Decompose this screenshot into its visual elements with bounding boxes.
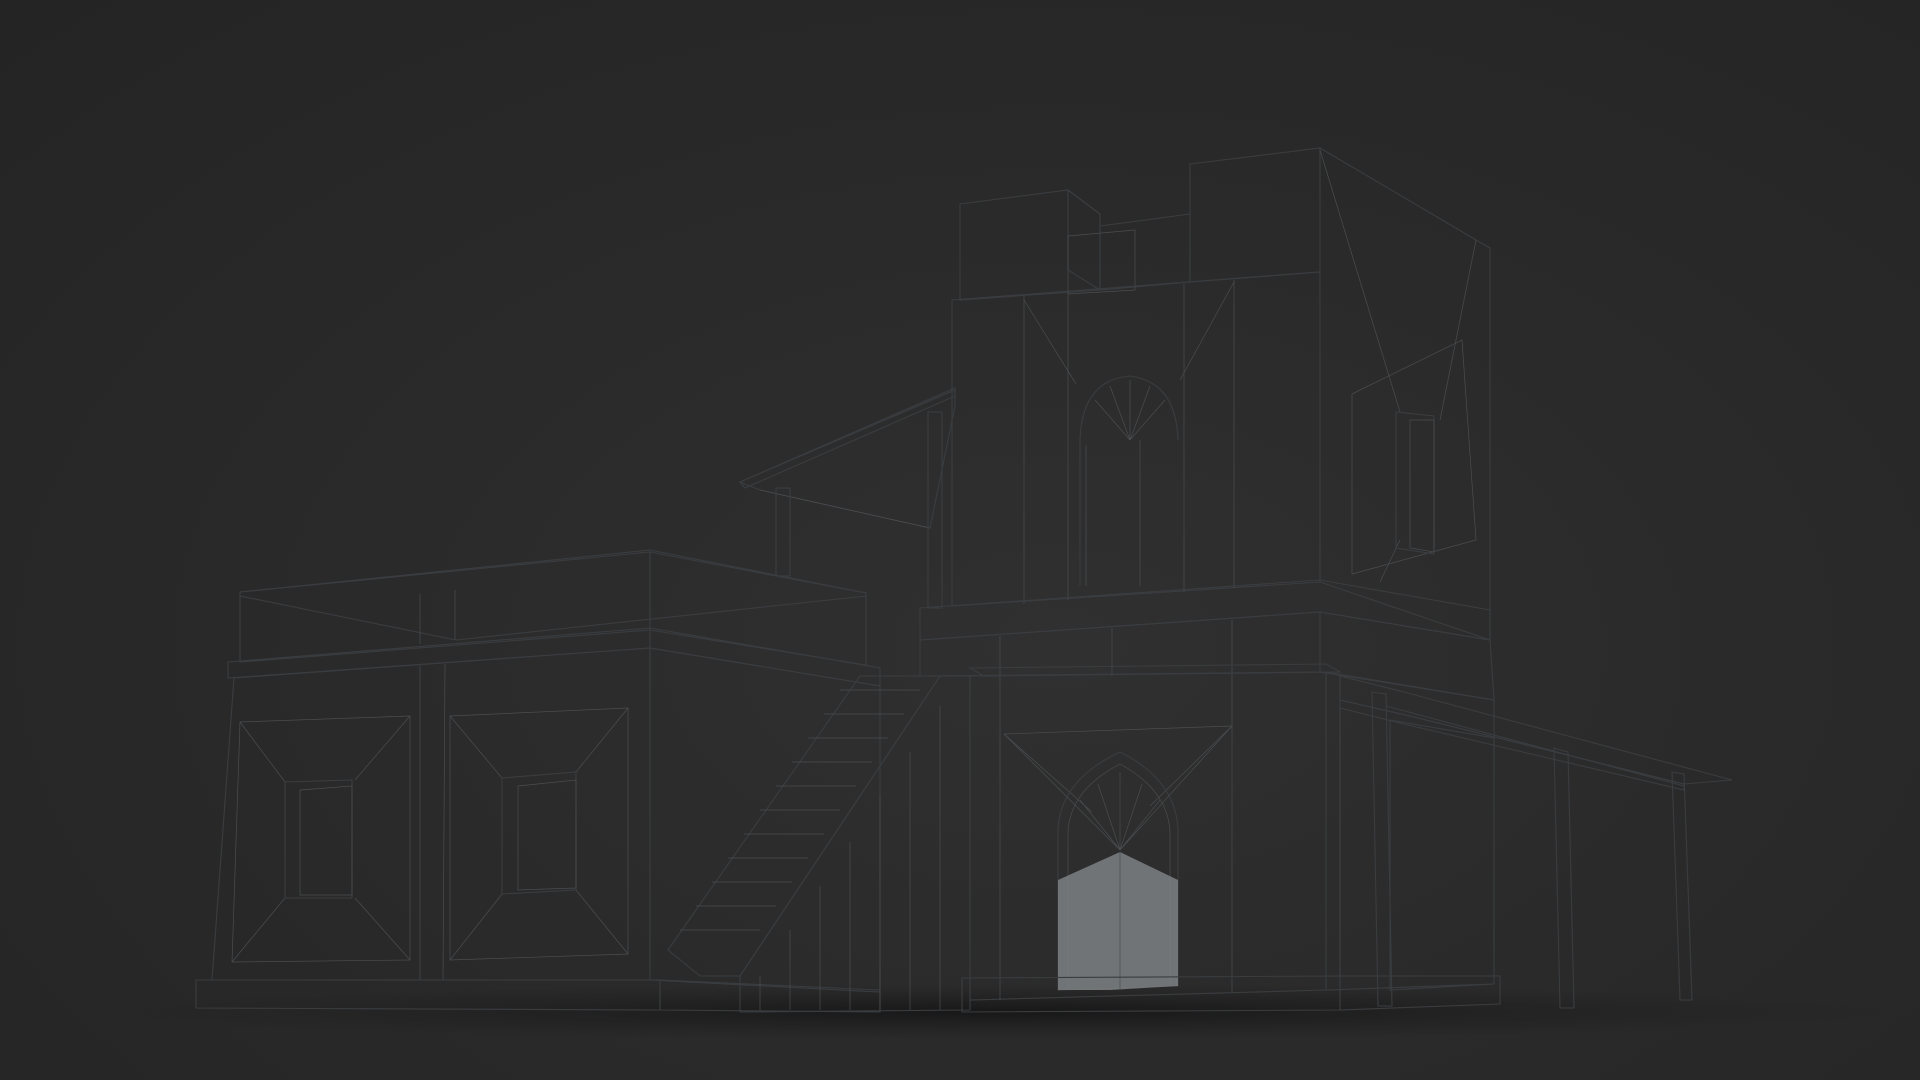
tower bbox=[919, 147, 1501, 1013]
porch-canopy bbox=[1339, 675, 1733, 1009]
render-viewport bbox=[0, 0, 1920, 1080]
tower-side-window bbox=[1395, 411, 1435, 555]
porch-post-2 bbox=[1553, 747, 1575, 1009]
upper-canopy-roof bbox=[738, 387, 956, 529]
staircase bbox=[667, 675, 971, 1013]
window-frame-1 bbox=[231, 715, 411, 963]
porch-canopy-roof bbox=[1339, 675, 1733, 785]
building-model-render bbox=[100, 147, 1900, 1040]
left-block-roof-top bbox=[239, 549, 867, 641]
left-block-front-wall bbox=[211, 647, 651, 981]
window-frame-2 bbox=[449, 707, 629, 961]
porch-post-1 bbox=[1371, 691, 1393, 1007]
tower-side-window-frame bbox=[1351, 339, 1477, 575]
tower-arch-fan bbox=[1003, 725, 1233, 851]
left-block-cornice-side bbox=[649, 627, 881, 687]
canopy-post-1 bbox=[775, 487, 791, 577]
tower-front-wall bbox=[951, 271, 1321, 607]
window-2 bbox=[501, 771, 577, 895]
left-block-parapet-side bbox=[649, 551, 867, 666]
tower-side-door bbox=[1389, 719, 1495, 991]
porch-post-3 bbox=[1671, 771, 1693, 1001]
stair-side-wall bbox=[739, 675, 971, 1013]
stair-steps bbox=[667, 675, 942, 977]
tower-merlon-right bbox=[1189, 147, 1321, 283]
window-1 bbox=[284, 779, 353, 899]
canopy-post-2 bbox=[927, 411, 943, 609]
left-block-side-wall bbox=[649, 647, 881, 993]
tower-merlon-left bbox=[959, 189, 1101, 301]
tower-notch-wall bbox=[1099, 213, 1191, 291]
tower-niche-fan bbox=[1094, 380, 1166, 441]
arch-shadow bbox=[1058, 852, 1178, 990]
tower-side-top bbox=[1319, 147, 1491, 641]
left-block bbox=[195, 549, 881, 1013]
tower-lower-side-wall bbox=[1325, 671, 1495, 991]
left-block-parapet-front bbox=[239, 551, 651, 663]
